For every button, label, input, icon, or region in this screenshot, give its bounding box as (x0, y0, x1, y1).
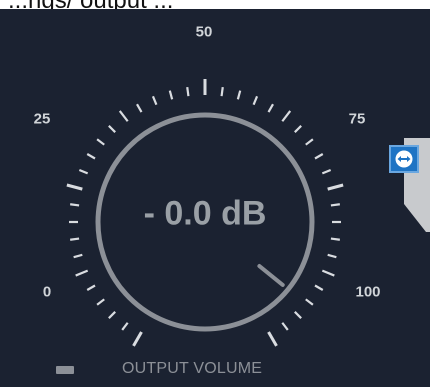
dial-tick (186, 87, 190, 97)
dial-tick (118, 110, 129, 122)
dial-tick (70, 203, 80, 207)
dial-tick (132, 331, 143, 347)
dial-tick (70, 237, 80, 241)
dial-tick (294, 311, 302, 319)
scale-label-75: 75 (348, 110, 366, 128)
dial-tick (121, 322, 129, 331)
dial-tick (305, 138, 314, 146)
output-volume-label: OUTPUT VOLUME (122, 360, 263, 377)
knob-pointer (257, 264, 285, 287)
dial-tick (108, 125, 116, 133)
dial-tick (136, 103, 143, 113)
dial-tick (86, 153, 96, 160)
volume-dial (66, 79, 344, 347)
dial-tick (96, 138, 105, 146)
dial-tick (252, 95, 259, 106)
dial-tick (330, 237, 340, 241)
dial-tick (294, 125, 302, 133)
dial-tick (330, 203, 340, 207)
scale-label-25: 25 (33, 110, 51, 128)
dial-tick (281, 322, 289, 331)
dial-tick (267, 103, 274, 113)
dial-tick (327, 183, 344, 191)
dial-tick (305, 298, 314, 306)
dial-tick (321, 269, 335, 277)
dial-tick (86, 284, 96, 291)
dial-tick (75, 269, 89, 277)
dial-tick (267, 331, 278, 347)
dial-tick (281, 110, 292, 122)
dial-tick (314, 153, 324, 160)
teamviewer-icon[interactable] (389, 145, 419, 173)
dial-tick (321, 168, 332, 175)
dial-tick (66, 183, 83, 191)
dial-tick (73, 253, 83, 259)
scale-label-50: 50 (195, 23, 213, 41)
dial-tick (220, 87, 224, 97)
dial-tick (108, 311, 116, 319)
volume-readout: - 0.0 dB (143, 194, 267, 233)
dial-tick (314, 284, 324, 291)
dial-tick (327, 253, 337, 259)
dial-tick (168, 90, 174, 100)
scale-label-0: 0 (42, 283, 52, 301)
dial-tick (96, 298, 105, 306)
scale-label-100: 100 (355, 283, 381, 301)
dial-tick (78, 168, 89, 175)
dial-tick (236, 90, 242, 100)
footer-indicator (56, 366, 74, 374)
dial-tick (151, 95, 158, 106)
